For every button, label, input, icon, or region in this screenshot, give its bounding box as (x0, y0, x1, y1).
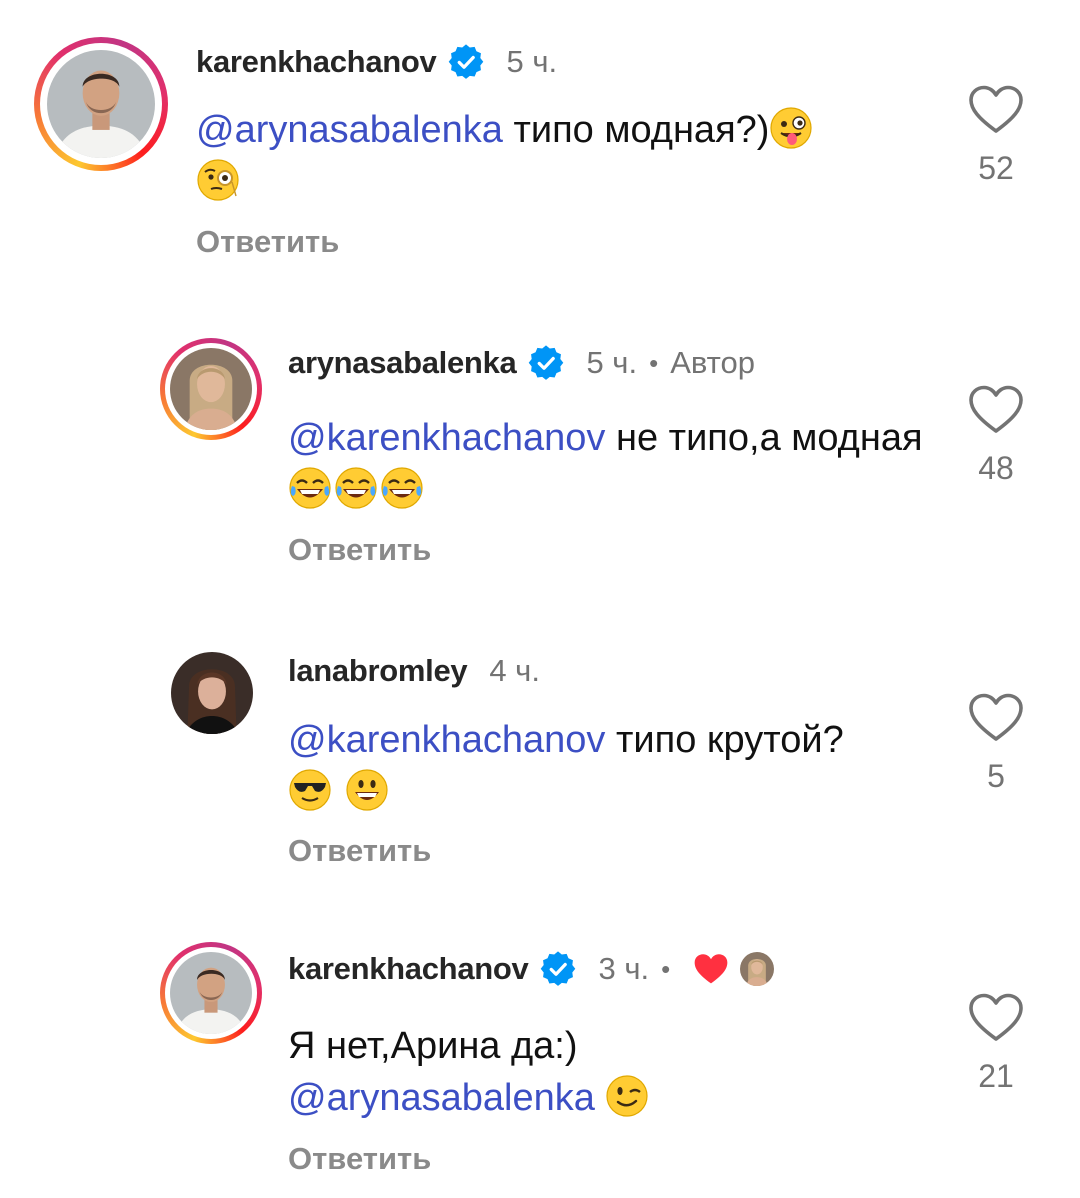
verified-badge-icon (448, 44, 484, 80)
like-count: 48 (978, 450, 1014, 486)
grinning-emoji (345, 768, 389, 812)
username[interactable]: karenkhachanov (288, 951, 529, 987)
wink-emoji (605, 1074, 649, 1118)
avatar[interactable] (160, 338, 262, 440)
tears-of-joy-emoji (380, 466, 424, 510)
avatar[interactable] (34, 37, 168, 171)
comment-text: Я нет,Арина да:) @arynasabalenka (288, 1020, 928, 1124)
like-column: 5 (946, 692, 1046, 795)
like-column: 21 (946, 992, 1046, 1095)
timestamp: 5 ч. (586, 345, 638, 380)
mention-link[interactable]: @karenkhachanov (288, 719, 605, 761)
username[interactable]: karenkhachanov (196, 44, 437, 80)
sunglasses-emoji (288, 768, 332, 812)
mention-link[interactable]: @karenkhachanov (288, 417, 605, 459)
comment-text: @arynasabalenka типо модная?) (196, 104, 836, 208)
timestamp: 4 ч. (489, 653, 540, 688)
avatar[interactable] (160, 942, 262, 1044)
verified-badge-icon (528, 345, 564, 381)
username[interactable]: lanabromley (288, 653, 468, 689)
verified-badge-icon (540, 951, 576, 987)
timestamp: 3 ч. (598, 951, 650, 986)
timestamp: 5 ч. (506, 44, 558, 79)
reply-button[interactable]: Ответить (288, 532, 431, 568)
comment-body: типо модная?) (502, 109, 770, 151)
like-heart-icon[interactable] (968, 692, 1024, 744)
comment-body: Я нет,Арина да:) (288, 1025, 578, 1067)
like-column: 48 (946, 384, 1046, 487)
mention-link[interactable]: @arynasabalenka (196, 109, 503, 151)
reply-button[interactable]: Ответить (288, 833, 431, 869)
like-count: 21 (978, 1058, 1014, 1094)
mention-link[interactable]: @arynasabalenka (288, 1077, 595, 1119)
comment-text: @karenkhachanov типо крутой? (288, 714, 928, 818)
like-count: 5 (987, 758, 1005, 794)
comment-meta: karenkhachanov 3 ч. • (288, 951, 774, 987)
like-heart-icon[interactable] (968, 384, 1024, 436)
comment-meta: arynasabalenka 5 ч. • Автор (288, 345, 755, 381)
like-count: 52 (978, 150, 1014, 186)
comment-meta: karenkhachanov 5 ч. (196, 44, 557, 80)
comment-body: не типо,а модная (605, 417, 923, 459)
like-heart-icon[interactable] (968, 84, 1024, 136)
username[interactable]: arynasabalenka (288, 345, 517, 381)
avatar[interactable] (171, 652, 253, 734)
separator-dot: • (649, 347, 659, 378)
reply-button[interactable]: Ответить (196, 224, 339, 260)
reply-button[interactable]: Ответить (288, 1141, 431, 1177)
author-label: Автор (670, 345, 755, 380)
liked-by-author-heart-icon (692, 952, 730, 986)
comment-body: типо крутой? (605, 719, 844, 761)
liked-by-author-avatar (740, 952, 774, 986)
monocle-face-emoji (196, 158, 240, 202)
like-heart-icon[interactable] (968, 992, 1024, 1044)
like-column: 52 (946, 84, 1046, 187)
comment-text: @karenkhachanov не типо,а модная (288, 412, 928, 516)
tears-of-joy-emoji (288, 466, 332, 510)
tears-of-joy-emoji (334, 466, 378, 510)
separator-dot: • (661, 953, 671, 984)
winking-tongue-emoji (769, 106, 813, 150)
comment-meta: lanabromley 4 ч. (288, 653, 540, 689)
